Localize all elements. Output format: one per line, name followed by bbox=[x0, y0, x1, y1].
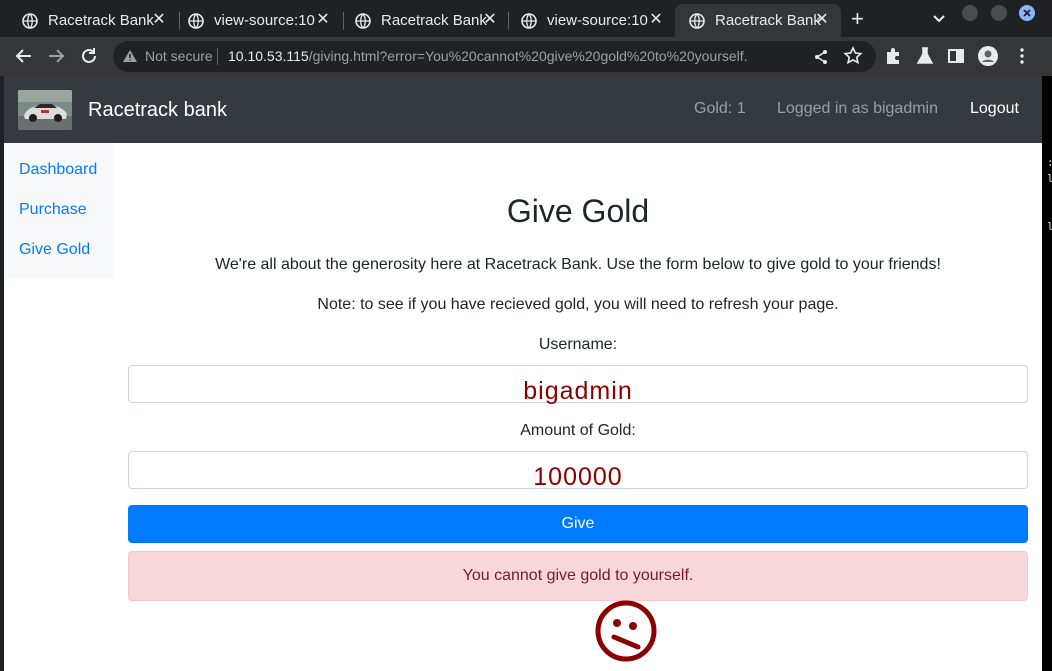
globe-icon bbox=[188, 12, 204, 29]
globe-icon bbox=[521, 12, 537, 29]
amount-label: Amount of Gold: bbox=[520, 422, 636, 439]
sidebar-item-purchase[interactable]: Purchase bbox=[19, 201, 87, 219]
give-button[interactable]: Give bbox=[128, 505, 1028, 543]
browser-tab-1[interactable]: Racetrack Bank ✕ bbox=[8, 4, 178, 37]
url-text[interactable]: 10.10.53.115/giving.html?error=You%20can… bbox=[228, 48, 748, 64]
tab-title: Racetrack Bank bbox=[715, 12, 821, 29]
error-alert: You cannot give gold to yourself. bbox=[128, 551, 1028, 601]
tab-title: Racetrack Bank bbox=[48, 12, 154, 29]
close-icon[interactable]: ✕ bbox=[150, 11, 168, 29]
profile-icon[interactable] bbox=[978, 46, 998, 66]
back-arrow-icon[interactable] bbox=[14, 46, 34, 66]
url-host: 10.10.53.115 bbox=[228, 48, 309, 64]
page-title: Give Gold bbox=[506, 193, 650, 229]
sidebar-item-give-gold[interactable]: Give Gold bbox=[19, 241, 90, 259]
flask-icon[interactable] bbox=[915, 46, 935, 66]
username-value: bigadmin bbox=[523, 377, 633, 405]
close-window-button[interactable] bbox=[1019, 5, 1035, 21]
minimize-button[interactable] bbox=[962, 5, 978, 21]
close-icon[interactable]: ✕ bbox=[314, 11, 332, 29]
address-bar[interactable]: Not secure 10.10.53.115/giving.html?erro… bbox=[113, 41, 876, 72]
warning-icon[interactable] bbox=[122, 48, 138, 64]
background-terminal: : l l bbox=[1042, 76, 1052, 671]
browser-tab-2[interactable]: view-source:10 ✕ bbox=[174, 4, 342, 37]
url-path: /giving.html?error=You%20cannot%20give%2… bbox=[308, 48, 748, 64]
globe-icon bbox=[355, 12, 371, 29]
not-secure-label[interactable]: Not secure bbox=[145, 48, 213, 64]
tab-title: view-source:10 bbox=[214, 12, 315, 29]
logout-link[interactable]: Logout bbox=[970, 100, 1019, 118]
globe-icon bbox=[689, 12, 705, 29]
divider bbox=[217, 48, 218, 65]
close-icon[interactable]: ✕ bbox=[813, 11, 831, 29]
reload-icon[interactable] bbox=[79, 46, 99, 66]
maximize-button[interactable] bbox=[991, 5, 1007, 21]
gold-balance: Gold: 1 bbox=[694, 100, 746, 117]
star-icon[interactable] bbox=[843, 46, 863, 66]
sidepanel-icon[interactable] bbox=[946, 46, 966, 66]
brand-name[interactable]: Racetrack bank bbox=[88, 99, 227, 122]
note-text: Note: to see if you have recieved gold, … bbox=[317, 296, 839, 313]
extensions-icon[interactable] bbox=[883, 46, 903, 66]
kebab-menu-icon[interactable] bbox=[1012, 46, 1032, 66]
globe-icon bbox=[22, 12, 38, 29]
browser-tab-4[interactable]: view-source:10 ✕ bbox=[507, 4, 675, 37]
amount-value: 100000 bbox=[533, 463, 623, 491]
browser-tab-active[interactable]: Racetrack Bank ✕ bbox=[675, 4, 841, 37]
chevron-down-icon[interactable] bbox=[930, 9, 948, 27]
page-viewport: Racetrack bank Gold: 1 Logged in as biga… bbox=[4, 76, 1042, 671]
tab-title: Racetrack Bank bbox=[381, 12, 487, 29]
username-label: Username: bbox=[538, 336, 618, 353]
intro-text: We're all about the generosity here at R… bbox=[215, 256, 941, 273]
share-icon[interactable] bbox=[811, 47, 831, 67]
sad-face-icon bbox=[595, 600, 657, 662]
sidebar-item-dashboard[interactable]: Dashboard bbox=[19, 161, 97, 179]
close-icon bbox=[1023, 9, 1031, 17]
race-car-image bbox=[18, 90, 72, 130]
tab-title: view-source:10 bbox=[547, 12, 648, 29]
forward-arrow-icon[interactable] bbox=[46, 46, 66, 66]
close-icon[interactable]: ✕ bbox=[481, 11, 499, 29]
browser-tab-3[interactable]: Racetrack Bank ✕ bbox=[341, 4, 509, 37]
brand-logo[interactable] bbox=[18, 90, 72, 130]
logged-in-user: Logged in as bigadmin bbox=[777, 100, 939, 117]
sidebar: Dashboard Purchase Give Gold bbox=[4, 143, 113, 279]
tab-strip: Racetrack Bank ✕ view-source:10 ✕ Racetr… bbox=[0, 0, 1052, 37]
main-content: Give Gold We're all about the generosity… bbox=[128, 143, 1028, 671]
browser-toolbar: Not secure 10.10.53.115/giving.html?erro… bbox=[0, 37, 1052, 76]
new-tab-button[interactable]: + bbox=[851, 8, 864, 30]
site-navbar: Racetrack bank Gold: 1 Logged in as biga… bbox=[4, 76, 1042, 143]
close-icon[interactable]: ✕ bbox=[647, 11, 665, 29]
